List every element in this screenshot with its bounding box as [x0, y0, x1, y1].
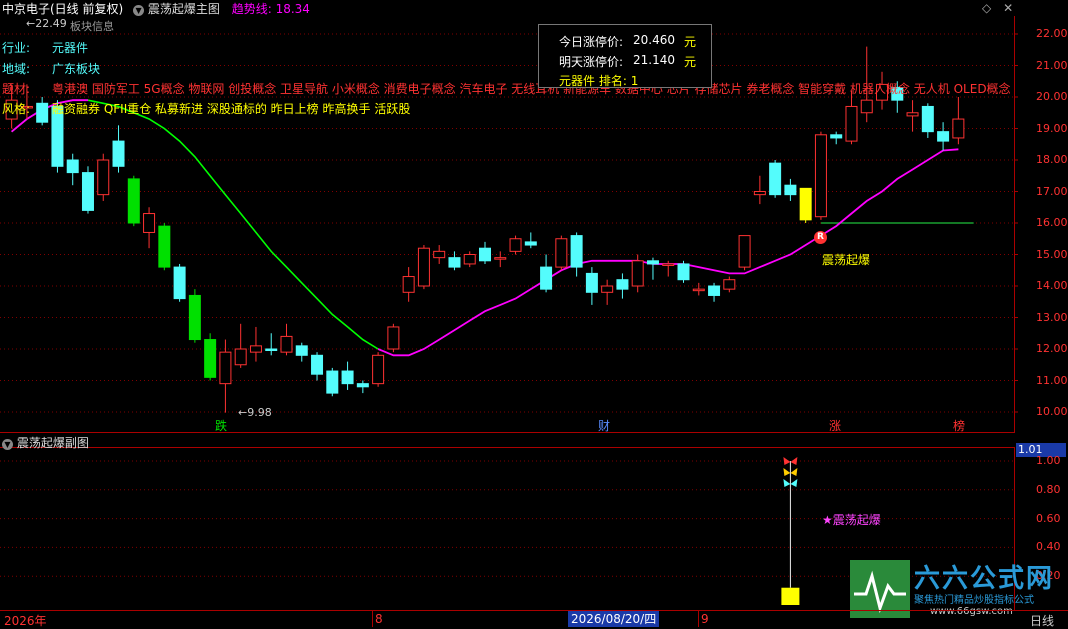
sub-axis-label: 0.80 — [1036, 482, 1061, 496]
today-limit-unit: 元 — [684, 35, 697, 49]
main-panel-border — [0, 16, 1015, 433]
region-value[interactable]: 广东板块 — [52, 60, 100, 77]
time-tick — [698, 611, 699, 627]
r-badge-icon[interactable]: R — [814, 231, 827, 244]
close-icon[interactable]: ✕ — [1003, 1, 1013, 15]
watermark-slogan: 聚焦热门精品炒股指标公式 — [914, 595, 1034, 606]
indicator-name[interactable]: 震荡起爆主图 — [148, 2, 220, 16]
marker-bang[interactable]: 榜 — [953, 417, 965, 434]
marker-cai[interactable]: 财 — [598, 417, 610, 434]
low-price-mark: ←9.98 — [238, 406, 272, 419]
price-axis-label: 18.00 — [1036, 153, 1068, 166]
style-value[interactable]: 融资融券 QFII重仓 私募新进 深股通标的 昨日上榜 昨高换手 活跃股 — [52, 100, 410, 117]
sub-chart-header: ▼ 震荡起爆副图 — [2, 434, 89, 451]
limit-price-tooltip: 今日涨停价: 20.460 元 明天涨停价: 21.140 元 元器件 排名: … — [538, 24, 712, 88]
sub-chart-title[interactable]: 震荡起爆副图 — [17, 436, 89, 450]
diamond-icon[interactable]: ◇ — [982, 1, 991, 15]
marker-die[interactable]: 跌 — [215, 417, 227, 434]
sector-rank: 元器件 排名: 1 — [559, 74, 639, 88]
marker-zhang[interactable]: 涨 — [829, 417, 841, 434]
block-info-label[interactable]: 板块信息 — [70, 18, 114, 34]
price-axis-label: 17.00 — [1036, 184, 1068, 198]
time-month-9: 9 — [701, 612, 709, 626]
price-axis-label: 10.00 — [1036, 405, 1068, 418]
price-axis-label: 13.00 — [1036, 310, 1068, 324]
tomorrow-limit-label: 明天涨停价: — [559, 55, 624, 69]
today-limit-value: 20.460 — [633, 33, 675, 47]
stock-title[interactable]: 中京电子(日线 前复权) — [2, 2, 123, 16]
today-limit-label: 今日涨停价: — [559, 35, 624, 49]
sub-axis-label: 0.40 — [1036, 540, 1061, 554]
price-axis-label: 19.00 — [1036, 121, 1068, 135]
window-controls: ◇ ✕ — [982, 1, 1013, 15]
tomorrow-limit-unit: 元 — [684, 55, 697, 69]
arrow-left-icon: ← — [238, 406, 248, 419]
time-period[interactable]: 日线 — [1030, 612, 1054, 629]
time-axis: 2026年 8 2026/08/20/四 9 日线 — [0, 610, 1068, 629]
price-axis-label: 15.00 — [1036, 247, 1068, 261]
price-axis-label: 20.00 — [1036, 90, 1068, 103]
industry-value[interactable]: 元器件 — [52, 39, 88, 56]
watermark-name: 六六公式网 — [914, 564, 1055, 594]
price-axis-label: 22.00 — [1036, 27, 1068, 40]
time-month-8: 8 — [375, 612, 383, 626]
trend-label: 趋势线: — [231, 2, 272, 16]
sub-axis-label: 1.00 — [1036, 454, 1061, 467]
arrow-left-icon: ← — [26, 17, 36, 30]
high-price-mark: ←22.49 — [26, 17, 67, 30]
industry-label: 行业: — [2, 41, 31, 55]
theme-label: 题材: — [2, 82, 31, 96]
price-axis-label: 16.00 — [1036, 216, 1068, 229]
sub-axis-label: 0.60 — [1036, 511, 1061, 525]
dropdown-icon[interactable]: ▼ — [133, 5, 145, 16]
style-label: 风格: — [2, 102, 31, 116]
price-axis-label: 11.00 — [1036, 373, 1068, 387]
chart-root: 中京电子(日线 前复权) ▼ 震荡起爆主图 趋势线: 18.34 ◇ ✕ ←22… — [0, 0, 1068, 628]
tomorrow-limit-value: 21.140 — [633, 53, 675, 67]
time-year: 2026年 — [4, 614, 47, 628]
signal-label-sub: ★震荡起爆 — [822, 513, 881, 527]
price-axis-label: 14.00 — [1036, 279, 1068, 292]
theme-value[interactable]: 粤港澳 国防军工 5G概念 物联网 创投概念 卫星导航 小米概念 消费电子概念 … — [52, 80, 1014, 97]
time-tick — [372, 611, 373, 627]
signal-label-main: 震荡起爆 — [822, 253, 871, 267]
time-cursor-date[interactable]: 2026/08/20/四 — [568, 611, 660, 627]
trend-value: 18.34 — [275, 2, 310, 16]
region-label: 地域: — [2, 62, 31, 76]
dropdown-icon[interactable]: ▼ — [2, 439, 13, 450]
header-bar: 中京电子(日线 前复权) ▼ 震荡起爆主图 趋势线: 18.34 — [2, 0, 310, 17]
price-axis-label: 21.00 — [1036, 58, 1068, 72]
price-axis-label: 12.00 — [1036, 342, 1068, 355]
